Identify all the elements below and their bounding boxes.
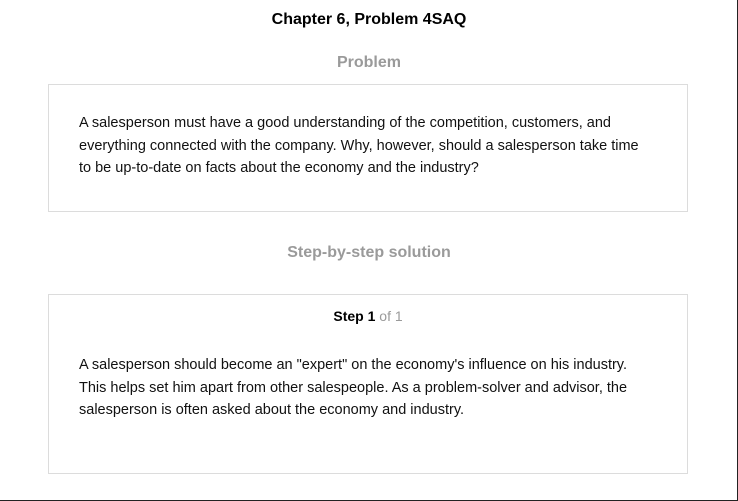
solution-text: A salesperson should become an "expert" … [79, 357, 628, 418]
step-of-total: of 1 [379, 308, 403, 324]
problem-heading: Problem [336, 54, 401, 71]
problem-text: A salesperson must have a good understan… [79, 115, 639, 176]
solution-heading: Step-by-step solution [287, 244, 451, 261]
step-number: 1 [367, 308, 376, 324]
step-word: Step [333, 308, 364, 324]
step-label: Step 1 of 1 [49, 308, 687, 324]
chapter-title: Chapter 6, Problem 4SAQ [271, 11, 467, 28]
solution-card: Step 1 of 1 A salesperson should become … [48, 294, 688, 474]
problem-card: A salesperson must have a good understan… [48, 84, 688, 212]
page: { "chapter_title": "Chapter 6, Problem 4… [0, 0, 738, 501]
